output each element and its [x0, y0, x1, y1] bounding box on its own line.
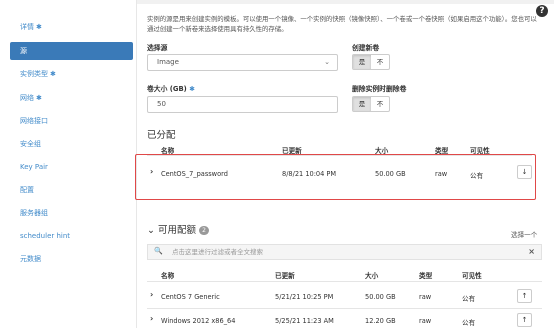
required-star-icon: ✱ [189, 85, 195, 93]
sidebar-item-label: 网络接口 [20, 117, 48, 125]
available-row-updated: 5/25/21 11:23 AM [275, 317, 334, 325]
available-row-visibility: 公有 [462, 319, 476, 327]
create-volume-no[interactable]: 不 [371, 55, 389, 69]
chevron-down-icon[interactable]: ⌄ [147, 225, 155, 236]
sidebar-item-metadata[interactable]: 元数据 [20, 252, 41, 266]
delete-volume-yes[interactable]: 是 [353, 97, 371, 111]
chevron-right-icon[interactable]: › [150, 314, 153, 323]
close-icon[interactable]: × [528, 245, 535, 259]
available-row-updated: 5/21/21 10:25 PM [275, 293, 334, 301]
available-row-type: raw [419, 293, 432, 301]
required-star-icon: ✱ [36, 94, 42, 102]
create-volume-toggle: 是 不 [352, 54, 390, 70]
sidebar-item-label: 实例类型 [20, 70, 48, 78]
allocated-title: 已分配 [147, 130, 176, 141]
available-header-visibility: 可见性 [462, 272, 482, 280]
divider [147, 308, 542, 309]
available-header-name: 名称 [161, 272, 175, 280]
sidebar-item-label: 配置 [20, 186, 34, 194]
required-star-icon: ✱ [50, 70, 56, 78]
required-star-icon: ✱ [36, 23, 42, 31]
available-header-size: 大小 [365, 272, 379, 280]
sidebar-item-label: 服务器组 [20, 209, 48, 217]
chevron-down-icon: ⌄ [324, 58, 330, 66]
select-source-dropdown[interactable]: Image ⌄ [147, 54, 338, 71]
sidebar-item-source[interactable]: 源 [10, 42, 133, 60]
chevron-right-icon[interactable]: › [150, 290, 153, 299]
allocate-button[interactable]: ↑ [517, 289, 532, 303]
divider [147, 281, 542, 282]
sidebar-item-label: 源 [20, 47, 27, 55]
search-icon: 🔍 [154, 247, 163, 255]
available-count-badge: 2 [199, 226, 210, 235]
allocate-button[interactable]: ↑ [517, 313, 532, 327]
delete-volume-label: 删除实例时删除卷 [352, 85, 407, 93]
sidebar-item-label: 网络 [20, 94, 34, 102]
volume-size-label: 卷大小 (GB) ✱ [147, 83, 195, 93]
sidebar-item-network-ports[interactable]: 网络接口 [20, 114, 48, 128]
select-source-value: Image [157, 58, 179, 66]
sidebar-item-networks[interactable]: 网络 ✱ [20, 91, 42, 105]
volume-size-input[interactable]: 50 [147, 96, 338, 113]
sidebar-item-key-pair[interactable]: Key Pair [20, 160, 48, 174]
available-row-size: 12.20 GB [365, 317, 396, 325]
available-title-text: 可用配额 [158, 225, 197, 236]
delete-volume-toggle: 是 不 [352, 96, 390, 112]
create-volume-yes[interactable]: 是 [353, 55, 371, 69]
available-row-name: Windows 2012 x86_64 [161, 317, 236, 325]
wizard-sidebar: 详情 ✱ 源 实例类型 ✱ 网络 ✱ 网络接口 安全组 Key Pair 配置 服务器… [0, 0, 137, 328]
sidebar-item-label: 元数据 [20, 255, 41, 263]
sidebar-item-server-groups[interactable]: 服务器组 [20, 206, 48, 220]
sidebar-item-label: 安全组 [20, 140, 41, 148]
available-header-updated: 已更新 [275, 272, 295, 280]
sidebar-item-label: 详情 [20, 23, 34, 31]
sidebar-item-label: Key Pair [20, 163, 48, 171]
create-volume-label: 创建新卷 [352, 44, 380, 52]
select-source-label: 选择源 [147, 44, 168, 52]
filter-search-bar[interactable]: 🔍 点击这里进行过滤或者全文搜索 × [147, 244, 542, 260]
sidebar-item-scheduler-hint[interactable]: scheduler hint [20, 229, 70, 243]
sidebar-item-configuration[interactable]: 配置 [20, 183, 34, 197]
available-header-type: 类型 [419, 272, 433, 280]
select-one-label: 选择一个 [511, 231, 538, 239]
available-row-name: CentOS 7 Generic [161, 293, 220, 301]
available-row-visibility: 公有 [462, 295, 476, 303]
intro-text: 实例的源是用来创建实例的模板。可以使用一个镜像、一个实例的快照（镜像快照）、一个… [147, 15, 537, 33]
search-input[interactable]: 点击这里进行过滤或者全文搜索 [172, 245, 263, 259]
sidebar-item-details[interactable]: 详情 ✱ [20, 20, 42, 34]
available-title: ⌄ 可用配额 2 [147, 222, 210, 236]
volume-size-label-text: 卷大小 (GB) [147, 85, 187, 93]
available-row-size: 50.00 GB [365, 293, 396, 301]
sidebar-item-label: scheduler hint [20, 232, 71, 240]
sidebar-item-flavor[interactable]: 实例类型 ✱ [20, 67, 56, 81]
sidebar-item-security-groups[interactable]: 安全组 [20, 137, 41, 151]
delete-volume-no[interactable]: 不 [371, 97, 389, 111]
available-row-type: raw [419, 317, 432, 325]
highlight-box [135, 154, 536, 200]
